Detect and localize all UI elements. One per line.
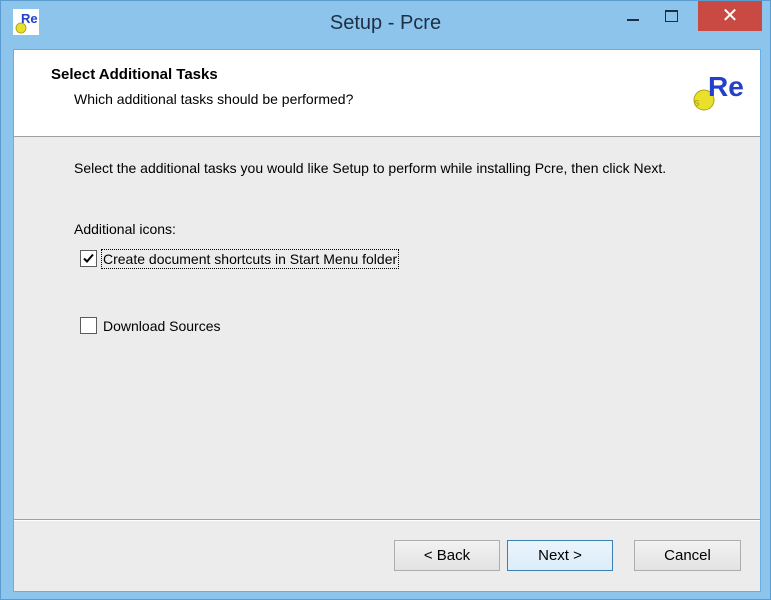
download-sources-checkbox[interactable] bbox=[80, 317, 97, 334]
svg-text:s: s bbox=[694, 97, 700, 109]
checkmark-icon bbox=[83, 253, 94, 263]
back-button[interactable]: < Back bbox=[394, 540, 500, 571]
cancel-button[interactable]: Cancel bbox=[634, 540, 741, 571]
maximize-icon bbox=[664, 10, 678, 22]
download-sources-label[interactable]: Download Sources bbox=[103, 318, 221, 334]
button-divider bbox=[14, 519, 760, 521]
task-download-sources[interactable]: Download Sources bbox=[80, 317, 221, 334]
page-title: Select Additional Tasks bbox=[51, 66, 218, 83]
minimize-icon bbox=[627, 19, 639, 21]
title-bar[interactable]: Re Setup - Pcre ✕ bbox=[1, 1, 770, 49]
close-icon: ✕ bbox=[721, 5, 739, 27]
additional-icons-label: Additional icons: bbox=[74, 221, 176, 237]
instructions-text: Select the additional tasks you would li… bbox=[74, 160, 667, 176]
create-shortcuts-checkbox[interactable] bbox=[80, 250, 97, 267]
minimize-button[interactable] bbox=[616, 1, 650, 31]
wizard-body: Select Additional Tasks Which additional… bbox=[13, 49, 761, 592]
maximize-button[interactable] bbox=[653, 1, 689, 31]
setup-window: Re Setup - Pcre ✕ Select Additional Task… bbox=[0, 0, 771, 600]
logo-text: Re bbox=[708, 71, 744, 102]
close-button[interactable]: ✕ bbox=[698, 1, 762, 31]
task-create-shortcuts[interactable]: Create document shortcuts in Start Menu … bbox=[80, 248, 400, 269]
pcre-logo-icon: s Re bbox=[693, 71, 744, 111]
next-button[interactable]: Next > bbox=[507, 540, 613, 571]
wizard-header: Select Additional Tasks Which additional… bbox=[14, 50, 760, 137]
create-shortcuts-label[interactable]: Create document shortcuts in Start Menu … bbox=[100, 248, 400, 269]
page-subtitle: Which additional tasks should be perform… bbox=[74, 91, 354, 107]
